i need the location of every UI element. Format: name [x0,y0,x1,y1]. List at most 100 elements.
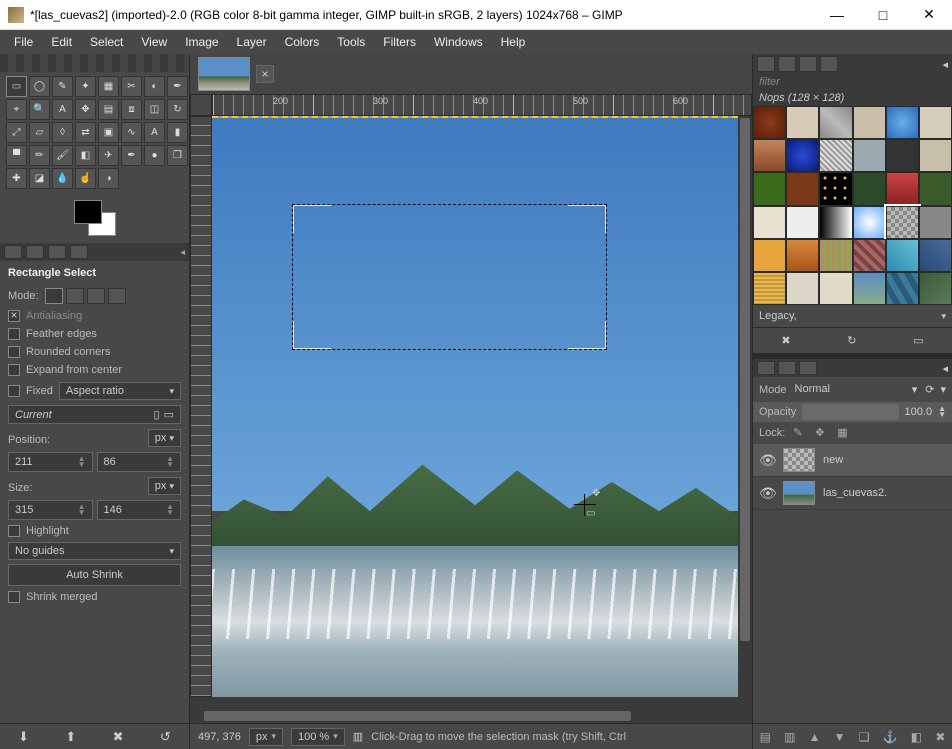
heal-tool[interactable]: ✚ [6,168,27,189]
layer-thumb[interactable] [783,481,815,505]
mode-intersect-icon[interactable] [108,288,126,304]
align-tool[interactable]: ▤ [98,99,119,120]
fixed-checkbox[interactable] [8,385,20,397]
lock-pixels-icon[interactable]: ✎ [793,426,807,440]
current-aspect[interactable]: Current ▯▭ [8,405,181,424]
image-tab-thumb[interactable] [198,57,250,91]
horizontal-ruler[interactable]: 200 300 400 500 600 [212,94,752,116]
menu-image[interactable]: Image [177,32,226,52]
foreground-color[interactable] [74,200,102,224]
menu-colors[interactable]: Colors [277,32,328,52]
airbrush-tool[interactable]: ✈ [98,145,119,166]
open-as-image-icon[interactable]: ▭ [913,334,923,347]
images-tab[interactable] [70,245,88,259]
scissors-tool[interactable]: ✂ [121,76,142,97]
landscape-icon[interactable]: ▭ [164,408,174,421]
close-button[interactable]: ✕ [906,0,952,30]
paintbrush-tool[interactable]: 🖌 [52,145,73,166]
selection-handle-br[interactable] [568,321,606,349]
menu-help[interactable]: Help [493,32,534,52]
position-unit-dropdown[interactable]: px ▾ [148,429,181,447]
refresh-pattern-icon[interactable]: ↻ [847,334,856,347]
pencil-tool[interactable]: ✏ [29,145,50,166]
flip-tool[interactable]: ⇄ [75,122,96,143]
position-x-input[interactable]: 211▲▼ [8,452,93,472]
fuzzy-select-tool[interactable]: ✦ [75,76,96,97]
portrait-icon[interactable]: ▯ [154,408,160,421]
pattern-filter-input[interactable]: filter [753,74,952,90]
gradient-tool[interactable]: ▀ [6,145,27,166]
zoom-tool[interactable]: 🔍 [29,99,50,120]
restore-options-icon[interactable]: ⬆ [65,729,76,745]
fixed-dropdown[interactable]: Aspect ratio▾ [59,382,181,400]
fonts-tab[interactable] [799,56,817,72]
size-unit-dropdown[interactable]: px ▾ [148,477,181,495]
pattern-legacy-dropdown[interactable]: Legacy,▾ [753,305,952,327]
tool-options-tab[interactable] [4,245,22,259]
eraser-tool[interactable]: ◧ [75,145,96,166]
text-tool[interactable]: A [144,122,165,143]
crop-tool[interactable]: ⧈ [121,99,142,120]
shrink-merged-checkbox[interactable] [8,591,20,603]
measure-tool[interactable]: А [52,99,73,120]
lower-layer-icon[interactable]: ▼ [834,730,846,744]
feather-checkbox[interactable] [8,328,20,340]
tab-menu-icon[interactable]: ◂ [942,362,948,375]
ellipse-select-tool[interactable]: ◯ [29,76,50,97]
unit-dropdown[interactable]: px▾ [249,728,283,746]
tab-menu-icon[interactable]: ◂ [942,58,948,71]
scale-tool[interactable]: ⤢ [6,122,27,143]
rectangle-selection[interactable] [292,204,607,350]
duplicate-layer-icon[interactable]: ❏ [859,730,870,744]
ink-tool[interactable]: ✒ [121,145,142,166]
new-layer-icon[interactable]: ▤ [760,730,771,744]
guides-dropdown[interactable]: No guides▾ [8,542,181,560]
layers-tab[interactable] [757,361,775,375]
mode-add-icon[interactable] [66,288,84,304]
undo-history-tab[interactable] [48,245,66,259]
zoom-dropdown[interactable]: 100 %▾ [291,728,345,746]
menu-view[interactable]: View [133,32,175,52]
pattern-grid[interactable] [753,106,952,305]
ruler-corner[interactable] [190,94,212,116]
raise-layer-icon[interactable]: ▲ [809,730,821,744]
opacity-row[interactable]: Opacity 100.0 ▲▼ [753,402,952,422]
size-w-input[interactable]: 315▲▼ [8,500,93,520]
mode-subtract-icon[interactable] [87,288,105,304]
image-tab-close[interactable]: × [256,65,274,83]
vertical-scrollbar[interactable] [738,116,752,697]
paths-tab[interactable] [799,361,817,375]
mode-replace-icon[interactable] [45,288,63,304]
perspective-clone-tool[interactable]: ◪ [29,168,50,189]
dock-handle[interactable] [0,54,189,72]
layer-mode-dropdown[interactable]: Normal▾ [793,381,920,398]
warp-tool[interactable]: ∿ [121,122,142,143]
mode-switch-icon[interactable]: ⟳ [925,383,934,396]
patterns-tab[interactable] [778,56,796,72]
tab-menu-icon[interactable]: ◂ [180,247,185,258]
vertical-ruler[interactable] [190,116,212,697]
menu-layer[interactable]: Layer [229,32,275,52]
image-canvas[interactable]: ✥ ▭ [212,116,752,697]
color-picker-tool[interactable]: ⌖ [6,99,27,120]
layer-item-new[interactable]: 👁 new [753,444,952,477]
layer-thumb[interactable] [783,448,815,472]
lock-alpha-icon[interactable]: ▦ [837,426,851,440]
cage-tool[interactable]: ▣ [98,122,119,143]
by-color-select-tool[interactable]: ▦ [98,76,119,97]
rectangle-select-tool[interactable]: ▭ [6,76,27,97]
move-tool[interactable]: ✥ [75,99,96,120]
layer-name[interactable]: las_cuevas2. [823,487,887,499]
rounded-checkbox[interactable] [8,346,20,358]
selection-handle-bl[interactable] [293,321,331,349]
auto-shrink-button[interactable]: Auto Shrink [8,564,181,586]
reset-options-icon[interactable]: ↺ [160,729,171,745]
visibility-icon[interactable]: 👁 [759,485,775,502]
delete-layer-icon[interactable]: ✖ [935,730,945,744]
menu-file[interactable]: File [6,32,41,52]
mypaint-tool[interactable]: ● [144,145,165,166]
unified-transform-tool[interactable]: ◫ [144,99,165,120]
perspective-tool[interactable]: ◊ [52,122,73,143]
foreground-select-tool[interactable]: ◐ [144,76,165,97]
delete-options-icon[interactable]: ✖ [113,729,124,745]
